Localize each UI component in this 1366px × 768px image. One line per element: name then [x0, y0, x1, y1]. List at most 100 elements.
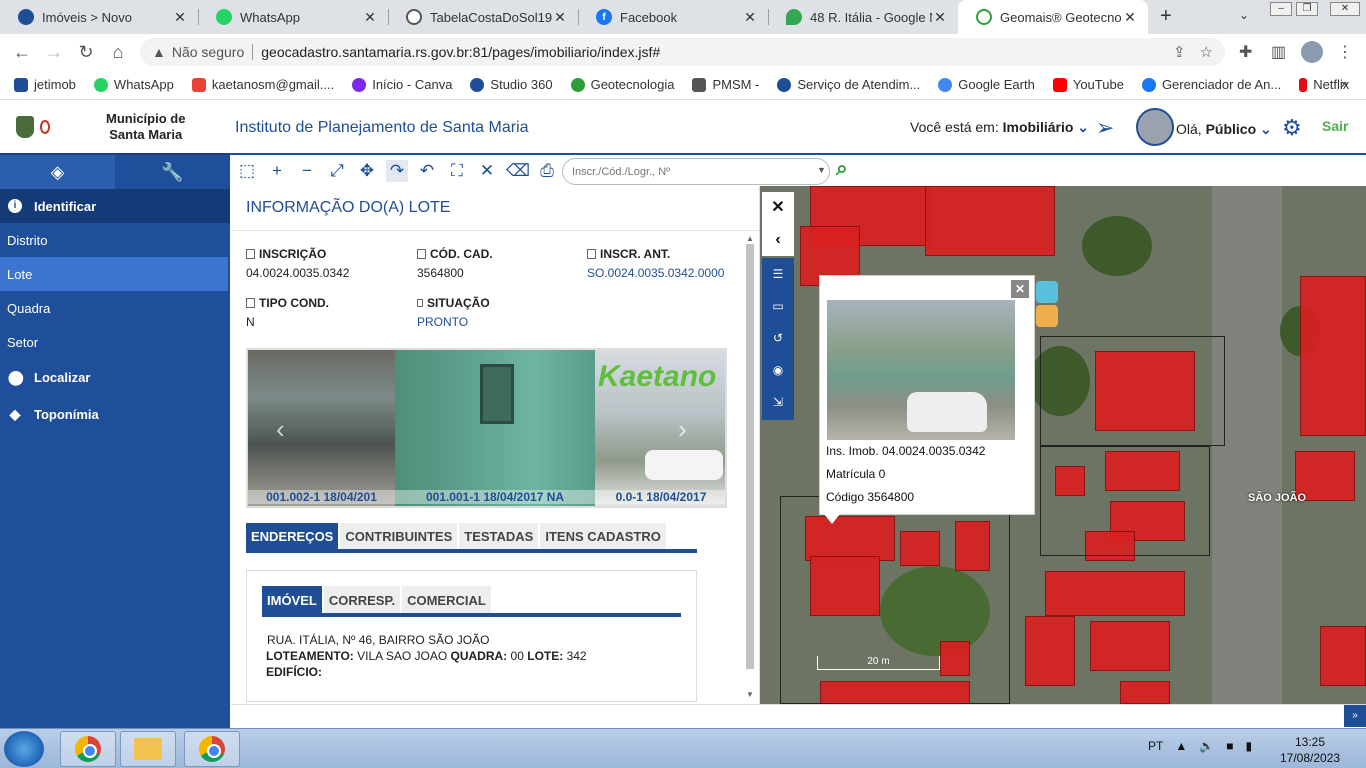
tab-corresp[interactable]: CORRESP.	[323, 586, 401, 614]
sidebar-item-setor[interactable]: Setor	[0, 325, 230, 359]
module-selector[interactable]: Você está em: Imobiliário ⌄	[910, 119, 1089, 136]
bookmark-studio-360[interactable]: Studio 360	[470, 77, 553, 92]
expand-corner-icon[interactable]: »	[1344, 705, 1366, 727]
pan-icon[interactable]: ✥	[356, 160, 378, 182]
sidebar-item-lote[interactable]: Lote	[0, 257, 228, 291]
redo-icon[interactable]: ↷	[386, 160, 408, 182]
bookmark-canva[interactable]: Início - Canva	[352, 77, 452, 92]
bookmark-gmail[interactable]: kaetanosm@gmail....	[191, 77, 334, 92]
tab-itens-cadastro[interactable]: ITENS CADASTRO	[540, 523, 666, 549]
user-avatar[interactable]	[1136, 108, 1174, 146]
browser-tab-geomais[interactable]: Geomais® Geotecnolo ✕	[958, 0, 1148, 34]
taskbar-explorer[interactable]	[120, 731, 176, 767]
bookmark-servico-atendimento[interactable]: Serviço de Atendim...	[777, 77, 920, 92]
close-panel-button[interactable]: ✕	[762, 192, 794, 224]
bookmark-geotecnologia[interactable]: Geotecnologia	[570, 77, 674, 92]
language-indicator[interactable]: PT	[1148, 739, 1163, 753]
close-tab-icon[interactable]: ✕	[742, 9, 758, 26]
tab-comercial[interactable]: COMERCIAL	[402, 586, 491, 614]
forward-button[interactable]: →	[44, 42, 64, 62]
home-button[interactable]: ⌂	[108, 42, 128, 62]
sidebar-item-distrito[interactable]: Distrito	[0, 223, 230, 257]
taskbar-chrome-2[interactable]	[184, 731, 240, 767]
bookmark-pmsm[interactable]: PMSM -	[692, 77, 759, 92]
bookmark-star-icon[interactable]: ☆	[1200, 43, 1213, 61]
sidebar-section-identify[interactable]: i Identificar	[0, 189, 230, 223]
history-icon[interactable]: ↺	[762, 322, 794, 354]
bookmark-gerenciador[interactable]: Gerenciador de An...	[1141, 77, 1281, 92]
clear-icon[interactable]: ✕	[476, 160, 498, 182]
close-tab-icon[interactable]: ✕	[1122, 9, 1138, 26]
warning-icon[interactable]: ▲	[152, 44, 166, 60]
tray-expand-icon[interactable]: ▲	[1175, 739, 1187, 753]
new-tab-button[interactable]: +	[1160, 6, 1180, 26]
gallery-photo-1[interactable]: 001.002-1 18/04/201	[248, 350, 395, 506]
full-extent-icon[interactable]: ⤢	[326, 160, 348, 182]
collapse-panel-button[interactable]: ‹	[762, 224, 794, 256]
layers-tab[interactable]: ◈	[0, 155, 115, 189]
bookmark-jetimob[interactable]: jetimob	[14, 77, 76, 92]
gallery-photo-2[interactable]: 001.001-1 18/04/2017 NA	[395, 350, 595, 506]
side-panel-icon[interactable]: ▥	[1271, 42, 1286, 62]
browser-tab-google-maps[interactable]: 48 R. Itália - Google Ma ✕	[768, 0, 958, 34]
map-tool-list-icon[interactable]	[1036, 305, 1058, 327]
bookmark-google-earth[interactable]: Google Earth	[938, 77, 1035, 92]
chevron-right-icon[interactable]: ›	[678, 414, 687, 445]
more-bookmarks-icon[interactable]: »	[1341, 76, 1348, 91]
list-icon[interactable]: ☰	[762, 258, 794, 290]
chevron-left-icon[interactable]: ‹	[276, 414, 285, 445]
export-icon[interactable]: ⇲	[762, 386, 794, 418]
tools-tab[interactable]: 🔧	[115, 155, 230, 189]
network-icon[interactable]: ▮	[1245, 739, 1252, 753]
tab-testadas[interactable]: TESTADAS	[459, 523, 539, 549]
print-icon[interactable]: ⎙	[536, 160, 558, 182]
logout-button[interactable]: Sair	[1322, 118, 1348, 134]
search-dropdown-icon[interactable]: ▼	[817, 165, 826, 175]
volume-icon[interactable]: 🔈	[1199, 739, 1214, 753]
close-tab-icon[interactable]: ✕	[172, 9, 188, 26]
tab-imovel[interactable]: IMÓVEL	[262, 586, 322, 614]
window-icon[interactable]: ▭	[762, 290, 794, 322]
clock[interactable]: 13:25 17/08/2023	[1280, 734, 1340, 766]
tab-enderecos[interactable]: ENDEREÇOS	[246, 523, 339, 549]
send-icon[interactable]: ➢	[1096, 115, 1114, 141]
close-tab-icon[interactable]: ✕	[552, 9, 568, 26]
panel-scrollbar[interactable]: ▲ ▼	[744, 234, 756, 702]
sidebar-item-toponimia[interactable]: ◆ Toponímia	[0, 396, 230, 433]
extensions-icon[interactable]: ✚	[1239, 42, 1252, 62]
camera-icon[interactable]: ◉	[762, 354, 794, 386]
inscr-ant-link[interactable]: SO.0024.0035.0342.0000	[587, 266, 724, 280]
bookmark-whatsapp[interactable]: WhatsApp	[93, 77, 174, 92]
close-tab-icon[interactable]: ✕	[932, 9, 948, 26]
share-icon[interactable]: ⇪	[1173, 43, 1186, 61]
tab-search-chevron-icon[interactable]: ⌄	[1239, 8, 1249, 22]
gear-icon[interactable]: ⚙	[1282, 115, 1302, 141]
tab-contribuintes[interactable]: CONTRIBUINTES	[340, 523, 458, 549]
eraser-icon[interactable]: ⌫	[506, 160, 530, 182]
reload-button[interactable]: ↻	[76, 42, 96, 62]
close-tab-icon[interactable]: ✕	[362, 9, 378, 26]
security-tray-icon[interactable]: ■	[1226, 739, 1233, 753]
back-button[interactable]: ←	[12, 42, 32, 62]
zoom-out-icon[interactable]: −	[296, 160, 318, 182]
search-input[interactable]	[562, 158, 830, 185]
lot-photo[interactable]	[827, 300, 1015, 440]
profile-avatar[interactable]	[1301, 41, 1323, 63]
taskbar-chrome[interactable]	[60, 731, 116, 767]
search-icon[interactable]: ⌕	[836, 157, 848, 181]
start-button[interactable]	[4, 731, 44, 767]
user-menu[interactable]: Olá, Público ⌄	[1176, 121, 1272, 138]
browser-tab-facebook[interactable]: f Facebook ✕	[578, 0, 768, 34]
close-window-button[interactable]: ✕	[1330, 2, 1360, 16]
minimize-button[interactable]: –	[1270, 2, 1292, 16]
select-area-icon[interactable]: ⬚	[236, 160, 258, 182]
sidebar-item-quadra[interactable]: Quadra	[0, 291, 230, 325]
close-popup-icon[interactable]: ✕	[1011, 280, 1029, 298]
zoom-in-icon[interactable]: +	[266, 160, 288, 182]
browser-tab-imoveis[interactable]: Imóveis > Novo ✕	[0, 0, 198, 34]
map-tool-circle-icon[interactable]	[1036, 281, 1058, 303]
bookmark-youtube[interactable]: YouTube	[1052, 77, 1124, 92]
sidebar-item-localizar[interactable]: ⬤ Localizar	[0, 359, 230, 396]
browser-tab-whatsapp[interactable]: WhatsApp ✕	[198, 0, 388, 34]
maximize-button[interactable]: ❐	[1296, 2, 1318, 16]
